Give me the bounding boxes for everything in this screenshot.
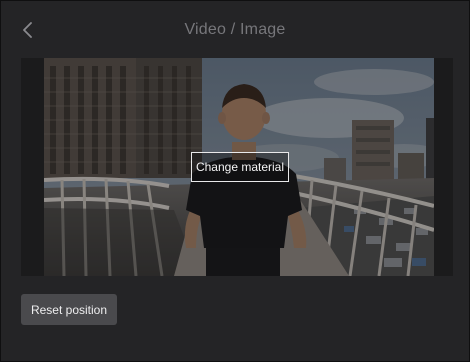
- panel-title: Video / Image: [184, 21, 286, 38]
- panel-header: Video / Image: [1, 1, 469, 59]
- change-material-button[interactable]: Change material: [191, 152, 289, 182]
- video-image-panel: Video / Image Change material Reset posi…: [0, 0, 470, 362]
- media-preview[interactable]: Change material: [21, 58, 453, 276]
- reset-position-button[interactable]: Reset position: [21, 294, 117, 325]
